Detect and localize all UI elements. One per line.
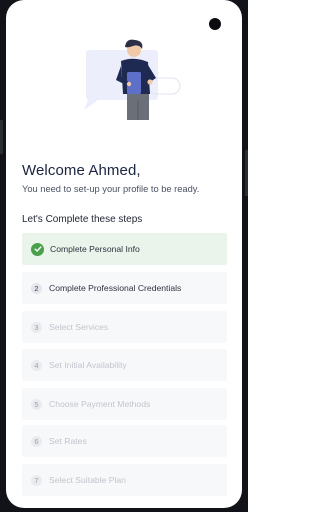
check-circle-icon (31, 242, 44, 256)
step-number: 4 (31, 359, 42, 371)
step-label: Choose Payment Methods (49, 399, 151, 409)
step-suitable-plan: 7 Select Suitable Plan (22, 464, 227, 496)
steps-heading: Let's Complete these steps (22, 214, 143, 225)
step-label: Complete Personal Info (50, 244, 140, 254)
step-number: 7 (31, 474, 42, 486)
front-camera (209, 18, 221, 30)
step-number: 3 (31, 321, 42, 333)
app-screen: Welcome Ahmed, You need to set-up your p… (6, 0, 242, 508)
step-select-services: 3 Select Services (22, 311, 227, 343)
step-label: Select Suitable Plan (49, 475, 126, 485)
step-label: Set Rates (49, 436, 87, 446)
step-number: 6 (31, 435, 42, 447)
step-label: Select Services (49, 322, 109, 332)
welcome-title: Welcome Ahmed, (22, 162, 141, 179)
phone-side-button (0, 120, 3, 154)
welcome-subtitle: You need to set-up your profile to be re… (22, 184, 200, 194)
step-number: 5 (31, 398, 42, 410)
step-label: Set Initial Availability (49, 360, 127, 370)
step-initial-availability: 4 Set Initial Availability (22, 349, 227, 381)
step-professional-credentials[interactable]: 2 Complete Professional Credentials (22, 272, 227, 304)
step-number: 2 (31, 282, 42, 294)
step-set-rates: 6 Set Rates (22, 425, 227, 457)
step-label: Complete Professional Credentials (49, 283, 182, 293)
hero-illustration (84, 39, 181, 120)
step-payment-methods: 5 Choose Payment Methods (22, 388, 227, 420)
phone-side-button (245, 150, 248, 196)
phone-frame: Welcome Ahmed, You need to set-up your p… (0, 0, 248, 512)
step-personal-info[interactable]: Complete Personal Info (22, 233, 227, 265)
